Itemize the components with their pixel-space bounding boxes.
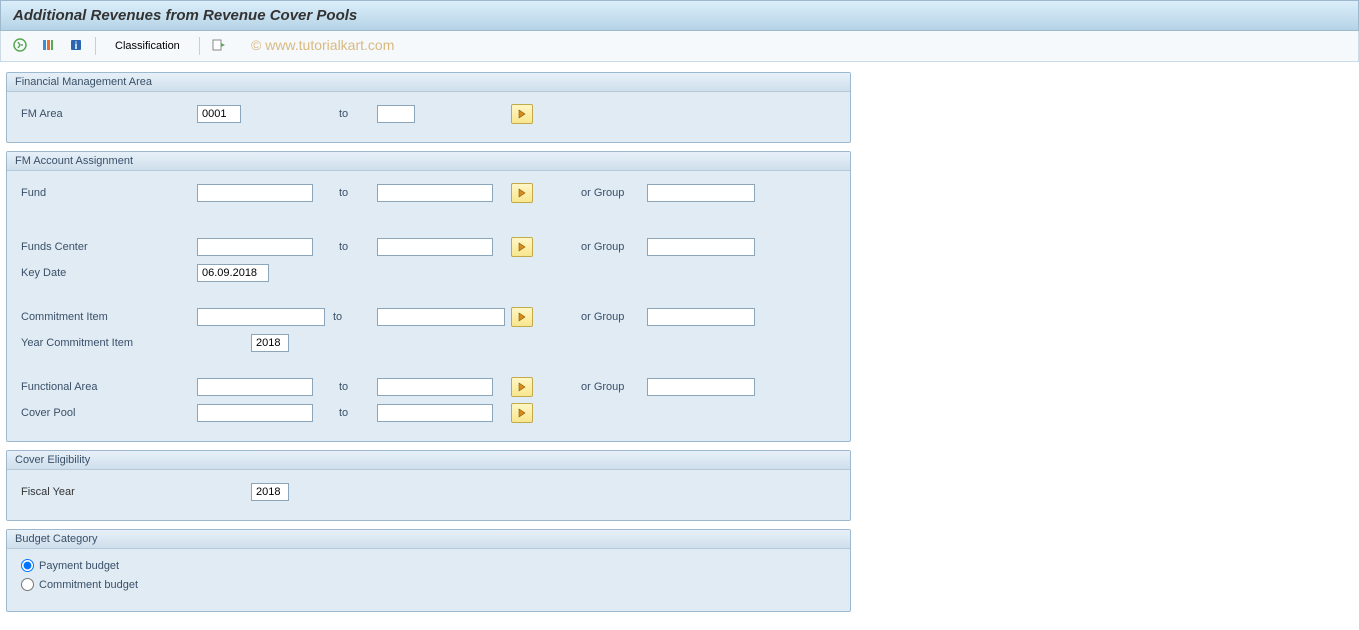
selection-icon	[212, 38, 226, 55]
to-label: to	[331, 108, 377, 120]
fm-area-input[interactable]	[197, 105, 241, 123]
key-date-input[interactable]	[197, 264, 269, 282]
payment-budget-radio[interactable]	[21, 559, 34, 572]
fiscal-year-input[interactable]	[251, 483, 289, 501]
classification-label: Classification	[115, 40, 180, 52]
fm-area-label: FM Area	[21, 108, 197, 120]
functional-area-input[interactable]	[197, 378, 313, 396]
execute-button[interactable]	[9, 35, 31, 57]
cover-pool-label: Cover Pool	[21, 407, 197, 419]
fund-input[interactable]	[197, 184, 313, 202]
toolbar-separator	[199, 37, 200, 55]
commitment-budget-label[interactable]: Commitment budget	[39, 579, 138, 591]
row-functional-area: Functional Area to or Group	[21, 375, 836, 399]
arrow-right-icon	[517, 380, 527, 395]
group-body: Payment budget Commitment budget	[7, 549, 850, 611]
commitment-item-group-input[interactable]	[647, 308, 755, 326]
group-cover-eligibility: Cover Eligibility Fiscal Year	[6, 450, 851, 521]
group-fm-account-assignment: FM Account Assignment Fund to or Group	[6, 151, 851, 442]
fund-group-input[interactable]	[647, 184, 755, 202]
funds-center-label: Funds Center	[21, 241, 197, 253]
row-key-date: Key Date	[21, 261, 836, 285]
content-area: Financial Management Area FM Area to	[0, 62, 1359, 630]
to-label: to	[331, 381, 377, 393]
commitment-item-multi-select-button[interactable]	[511, 307, 533, 327]
year-commitment-item-input[interactable]	[251, 334, 289, 352]
funds-center-input[interactable]	[197, 238, 313, 256]
row-year-commitment-item: Year Commitment Item	[21, 331, 836, 355]
dynamic-selections-button[interactable]	[208, 35, 230, 57]
fm-area-multi-select-button[interactable]	[511, 104, 533, 124]
arrow-right-icon	[517, 406, 527, 421]
fund-label: Fund	[21, 187, 197, 199]
or-group-label: or Group	[571, 241, 647, 253]
variant-button[interactable]	[37, 35, 59, 57]
or-group-label: or Group	[571, 187, 647, 199]
radio-payment-budget-row: Payment budget	[21, 559, 836, 572]
application-toolbar: i Classification © www.tutorialkart.com	[0, 31, 1359, 62]
radio-commitment-budget-row: Commitment budget	[21, 578, 836, 591]
funds-center-to-input[interactable]	[377, 238, 493, 256]
group-title: Budget Category	[7, 530, 850, 549]
row-cover-pool: Cover Pool to	[21, 401, 836, 425]
group-title: FM Account Assignment	[7, 152, 850, 171]
payment-budget-label[interactable]: Payment budget	[39, 560, 119, 572]
arrow-right-icon	[517, 186, 527, 201]
fund-to-input[interactable]	[377, 184, 493, 202]
toolbar-separator	[95, 37, 96, 55]
funds-center-group-input[interactable]	[647, 238, 755, 256]
row-fiscal-year: Fiscal Year	[21, 480, 836, 504]
to-label: to	[331, 187, 377, 199]
commitment-item-to-input[interactable]	[377, 308, 505, 326]
group-body: Fiscal Year	[7, 470, 850, 520]
to-label: to	[331, 407, 377, 419]
row-fund: Fund to or Group	[21, 181, 836, 205]
group-body: FM Area to	[7, 92, 850, 142]
funds-center-multi-select-button[interactable]	[511, 237, 533, 257]
functional-area-label: Functional Area	[21, 381, 197, 393]
commitment-item-label: Commitment Item	[21, 311, 197, 323]
functional-area-to-input[interactable]	[377, 378, 493, 396]
cover-pool-to-input[interactable]	[377, 404, 493, 422]
group-body: Fund to or Group Funds Center to	[7, 171, 850, 441]
info-button[interactable]: i	[65, 35, 87, 57]
group-title: Financial Management Area	[7, 73, 850, 92]
arrow-right-icon	[517, 240, 527, 255]
functional-area-multi-select-button[interactable]	[511, 377, 533, 397]
arrow-right-icon	[517, 310, 527, 325]
cover-pool-input[interactable]	[197, 404, 313, 422]
info-icon: i	[69, 38, 83, 55]
commitment-item-input[interactable]	[197, 308, 325, 326]
row-fm-area: FM Area to	[21, 102, 836, 126]
group-financial-management-area: Financial Management Area FM Area to	[6, 72, 851, 143]
key-date-label: Key Date	[21, 267, 197, 279]
page-title-bar: Additional Revenues from Revenue Cover P…	[0, 0, 1359, 31]
functional-area-group-input[interactable]	[647, 378, 755, 396]
execute-icon	[13, 38, 27, 55]
to-label: to	[331, 241, 377, 253]
watermark-text: © www.tutorialkart.com	[251, 37, 394, 53]
classification-button[interactable]: Classification	[104, 36, 191, 56]
row-funds-center: Funds Center to or Group	[21, 235, 836, 259]
cover-pool-multi-select-button[interactable]	[511, 403, 533, 423]
fund-multi-select-button[interactable]	[511, 183, 533, 203]
fm-area-to-input[interactable]	[377, 105, 415, 123]
row-commitment-item: Commitment Item to or Group	[21, 305, 836, 329]
fiscal-year-label: Fiscal Year	[21, 486, 251, 498]
group-budget-category: Budget Category Payment budget Commitmen…	[6, 529, 851, 612]
or-group-label: or Group	[571, 311, 647, 323]
page-title: Additional Revenues from Revenue Cover P…	[13, 7, 357, 24]
svg-text:i: i	[75, 41, 78, 52]
variant-icon	[41, 38, 55, 55]
arrow-right-icon	[517, 107, 527, 122]
or-group-label: or Group	[571, 381, 647, 393]
group-title: Cover Eligibility	[7, 451, 850, 470]
commitment-budget-radio[interactable]	[21, 578, 34, 591]
to-label: to	[331, 311, 377, 323]
year-commitment-item-label: Year Commitment Item	[21, 337, 251, 349]
